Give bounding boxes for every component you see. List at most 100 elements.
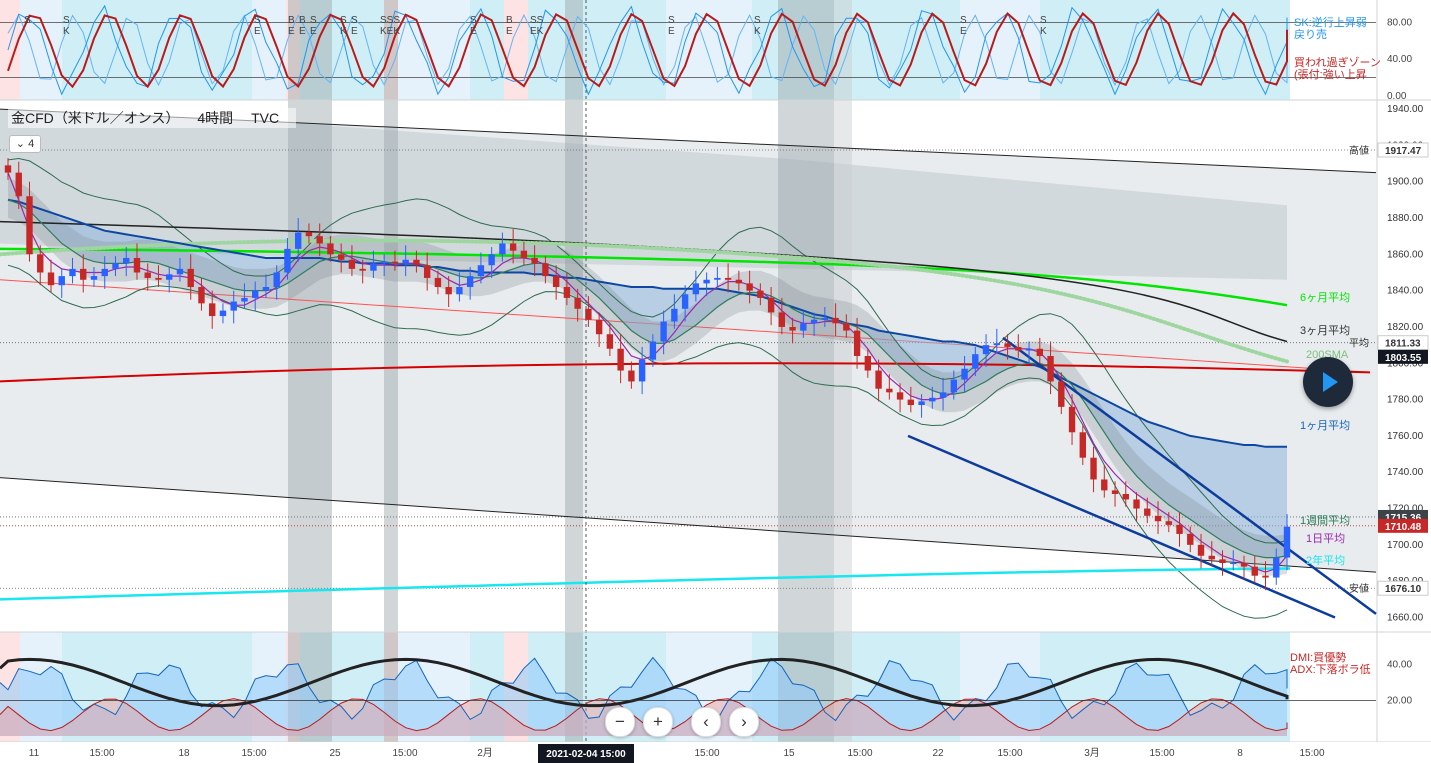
candle-body: [402, 259, 409, 264]
candle-body: [660, 321, 667, 342]
stoch-band-7: [398, 0, 470, 100]
candle-body: [1015, 346, 1022, 351]
stoch-signal-label: S: [310, 15, 317, 26]
candle-body: [907, 399, 915, 406]
candle-body: [1122, 494, 1129, 500]
candle-body: [1187, 533, 1194, 545]
stoch-signal-label: E: [288, 26, 295, 37]
candle-body: [939, 392, 947, 398]
stoch-y-tick: 40.00: [1387, 54, 1412, 65]
stoch-signal-label: S: [754, 15, 761, 26]
chart-header: 金CFD（米ドル／オンス） 4時間 TVC: [8, 108, 297, 128]
time-axis-tick: 15: [783, 748, 795, 759]
time-axis-tick: 15:00: [89, 748, 114, 759]
price-label-sma-value: 1803.55: [1385, 353, 1422, 364]
candle-body: [993, 343, 1001, 346]
interval-label[interactable]: 4時間: [197, 110, 233, 126]
candle-body: [4, 165, 12, 173]
candle-body: [273, 272, 280, 288]
stoch-legend-1: SK:逆行上昇弱: [1294, 15, 1367, 29]
candle-body: [133, 257, 141, 273]
candle-body: [1208, 555, 1215, 560]
time-axis-tick: 11: [29, 748, 40, 759]
candle-body: [950, 379, 958, 393]
price-y-tick: 1860.00: [1387, 249, 1424, 260]
candle-body: [671, 308, 678, 322]
price-y-tick: 1880.00: [1387, 213, 1424, 224]
price-label-high-title: 高値: [1349, 144, 1369, 157]
candle-body: [187, 268, 194, 288]
candle-body: [542, 263, 549, 277]
candle-body: [219, 310, 227, 317]
stoch-y-tick: 80.00: [1387, 17, 1412, 28]
candle-body: [832, 317, 839, 324]
candle-body: [380, 261, 388, 264]
stoch-signal-label: S: [254, 15, 261, 26]
stoch-signal-label: SSS: [380, 15, 400, 26]
stoch-signal-label: EK: [530, 26, 544, 37]
candle-body: [1262, 575, 1269, 578]
stoch-signal-label: SS: [530, 15, 544, 26]
candle-body: [1251, 566, 1258, 576]
candle-body: [370, 263, 377, 271]
candle-body: [1036, 348, 1043, 357]
candle-body: [1079, 432, 1086, 458]
candle-body: [789, 326, 796, 331]
stoch-legend-4: (張付:強い上昇: [1294, 68, 1367, 81]
candle-body: [735, 279, 743, 284]
candle-body: [972, 354, 979, 369]
price-label-avg-title: 平均: [1349, 338, 1369, 350]
candle-body: [767, 297, 775, 313]
candle-body: [327, 243, 334, 255]
collapse-indicators-button[interactable]: ⌄ 4: [9, 135, 41, 153]
replay-play-button[interactable]: [1303, 357, 1353, 407]
candle-body: [434, 277, 442, 288]
session-shade-3: [778, 0, 834, 742]
candle-body: [509, 243, 517, 251]
candle-body: [821, 317, 829, 320]
candle-body: [724, 277, 732, 280]
price-y-tick: 1660.00: [1387, 612, 1424, 623]
candle-body: [69, 268, 76, 277]
candle-body: [26, 196, 33, 255]
price-label-low-value: 1676.10: [1385, 584, 1422, 595]
candle-body: [284, 248, 291, 273]
time-axis-tick: 15:00: [1149, 748, 1174, 759]
price-y-tick: 1940.00: [1387, 104, 1424, 115]
zoom-out-button[interactable]: −: [605, 707, 635, 737]
candle-body: [262, 287, 270, 291]
candle-body: [1273, 557, 1280, 578]
candle-body: [692, 283, 700, 295]
session-shade-1: [384, 0, 398, 742]
stoch-signal-label: E: [299, 26, 306, 37]
candle-body: [1230, 563, 1237, 565]
candle-body: [230, 301, 237, 311]
candle-body: [800, 323, 807, 331]
candle-body: [961, 368, 968, 380]
candle-body: [574, 297, 581, 309]
candle-body: [853, 330, 861, 357]
candle-body: [886, 388, 893, 393]
time-axis-tick: 18: [178, 748, 190, 759]
candle-body: [531, 257, 538, 264]
candle-body: [1025, 348, 1033, 351]
series-label: 1ヶ月平均: [1300, 419, 1350, 432]
scroll-left-button[interactable]: ‹: [691, 707, 721, 737]
candle-body: [1101, 479, 1108, 491]
candle-body: [391, 261, 399, 264]
zoom-in-button[interactable]: +: [643, 707, 673, 737]
candle-body: [294, 232, 302, 249]
symbol-title[interactable]: 金CFD（米ドル／オンス）: [11, 110, 180, 126]
stoch-signal-label: E: [351, 26, 358, 37]
stoch-signal-label: K: [63, 26, 70, 37]
scroll-right-button[interactable]: ›: [729, 707, 759, 737]
candle-body: [1154, 515, 1162, 522]
candle-body: [1133, 499, 1140, 509]
candle-body: [252, 290, 259, 298]
candle-body: [649, 341, 657, 360]
candle-body: [144, 272, 151, 278]
series-label: 1週間平均: [1300, 514, 1350, 527]
candle-body: [241, 297, 248, 302]
stoch-signal-label: S: [351, 15, 358, 26]
candle-body: [477, 265, 485, 277]
